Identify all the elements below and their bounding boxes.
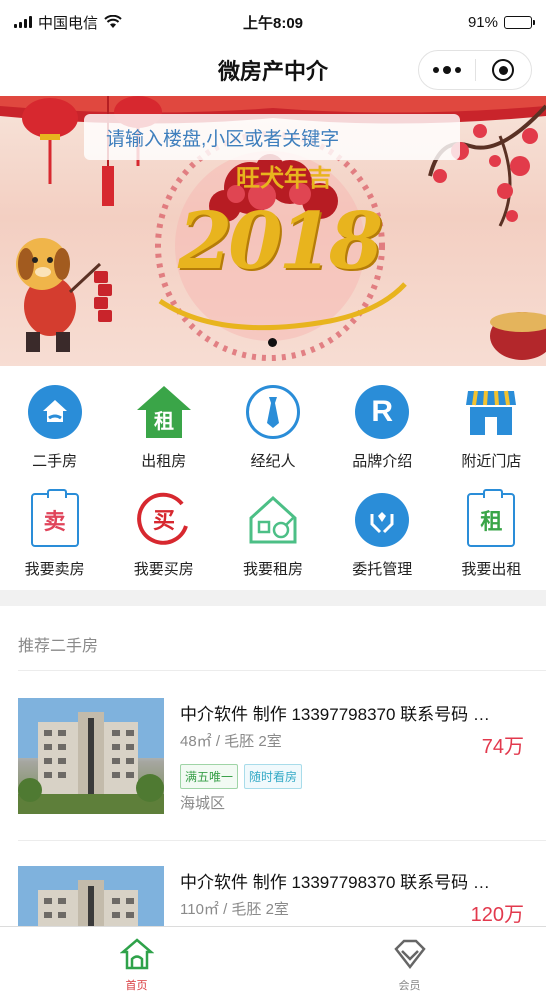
listing-title: 中介软件 制作 13397798370 联系号码 … [180, 873, 490, 892]
more-button[interactable] [419, 51, 475, 89]
close-button[interactable] [476, 51, 532, 89]
status-left: 中国电信 [14, 12, 194, 33]
menu-label: 我要卖房 [24, 561, 85, 578]
listing-meta: 48㎡ / 毛胚 2室 [180, 733, 282, 750]
menu-label: 委托管理 [352, 561, 413, 578]
menu-label: 经纪人 [250, 453, 296, 470]
banner-year-text: 2018 [178, 196, 383, 287]
menu-label: 我要买房 [133, 561, 194, 578]
menu-label: 品牌介绍 [352, 453, 413, 470]
status-right: 91% [352, 13, 535, 31]
menu-item-buy[interactable]: 买 我要买房 [109, 484, 218, 598]
search-input[interactable]: 请输入楼盘,小区或者关键字 [84, 114, 460, 160]
feature-menu: 二手房 租 出租房 经纪人 R 品牌介绍 附近门店 卖 我要卖房 买 我要买房 … [0, 366, 546, 588]
menu-item-lease-out[interactable]: 租 我要出租 [437, 484, 546, 598]
tab-bar: 首页 会员 [0, 926, 546, 1004]
battery-icon [504, 15, 535, 29]
menu-item-second-hand[interactable]: 二手房 [0, 376, 109, 484]
carousel-indicator[interactable] [268, 338, 277, 347]
battery-percent: 91% [467, 13, 498, 31]
store-icon [461, 382, 521, 442]
menu-item-nearby-store[interactable]: 附近门店 [437, 376, 546, 484]
listing-photo [18, 698, 164, 814]
wifi-icon [104, 15, 122, 28]
buy-circle-icon: 买 [134, 490, 194, 550]
listing-tag: 满五唯一 [180, 764, 239, 789]
house-hand-icon [25, 382, 85, 442]
target-icon [492, 59, 515, 81]
tab-member[interactable]: 会员 [273, 927, 546, 1004]
menu-item-entrust[interactable]: 委托管理 [328, 484, 437, 598]
brand-glyph: R [355, 385, 410, 439]
menu-label: 我要出租 [461, 561, 522, 578]
signal-icon [14, 16, 32, 28]
listing-card[interactable]: 中介软件 制作 13397798370 联系号码 … 48㎡ / 毛胚 2室 7… [0, 698, 546, 818]
menu-item-rental[interactable]: 租 出租房 [109, 376, 218, 484]
home-icon [119, 938, 154, 970]
tab-label: 首页 [125, 980, 148, 992]
ellipsis-icon [432, 66, 461, 74]
menu-label: 二手房 [32, 453, 78, 470]
section-divider [0, 590, 546, 606]
menu-item-brand[interactable]: R 品牌介绍 [328, 376, 437, 484]
lease-board-icon: 租 [461, 489, 521, 550]
listing-price: 120万 [470, 904, 524, 926]
banner-carousel[interactable]: 旺犬年吉 2018 请输入楼盘,小区或者关键字 [0, 96, 546, 366]
menu-label: 我要租房 [242, 561, 303, 578]
sell-board-icon: 卖 [25, 489, 85, 550]
listing-title: 中介软件 制作 13397798370 联系号码 … [180, 705, 490, 724]
listing-tags: 满五唯一 随时看房 [180, 764, 303, 789]
listing-divider [18, 840, 546, 841]
nav-bar: 微房产中介 [0, 44, 546, 96]
listing-meta: 110㎡ / 毛胚 2室 [180, 901, 289, 918]
menu-item-rent[interactable]: 我要租房 [218, 484, 327, 598]
status-time: 上午8:09 [242, 14, 304, 32]
section-title: 推荐二手房 [18, 638, 99, 655]
listing-district: 海城区 [180, 795, 226, 812]
section-underline [18, 670, 546, 671]
carrier-label: 中国电信 [38, 14, 99, 32]
listing-tag: 随时看房 [244, 764, 303, 789]
rent-glyph: 租 [154, 409, 174, 433]
entrust-hands-icon [352, 490, 412, 550]
menu-item-agent[interactable]: 经纪人 [218, 376, 327, 484]
status-bar: 中国电信 上午8:09 91% [0, 0, 546, 44]
banner-blessing-text: 旺犬年吉 [236, 163, 332, 192]
buy-glyph: 买 [153, 509, 175, 534]
sell-glyph: 卖 [30, 489, 79, 547]
tab-label: 会员 [398, 980, 421, 992]
lease-glyph: 租 [467, 489, 516, 547]
rent-key-icon [243, 490, 303, 550]
tab-home[interactable]: 首页 [0, 927, 273, 1004]
diamond-icon [393, 939, 426, 970]
brand-r-icon: R [352, 382, 412, 442]
menu-item-sell[interactable]: 卖 我要卖房 [0, 484, 109, 598]
page-title: 微房产中介 [217, 59, 328, 84]
rent-house-icon: 租 [134, 382, 194, 442]
mini-program-capsule [418, 50, 532, 90]
menu-label: 附近门店 [461, 453, 522, 470]
agent-tie-icon [243, 382, 303, 442]
menu-label: 出租房 [141, 453, 187, 470]
listing-price: 74万 [481, 736, 524, 758]
